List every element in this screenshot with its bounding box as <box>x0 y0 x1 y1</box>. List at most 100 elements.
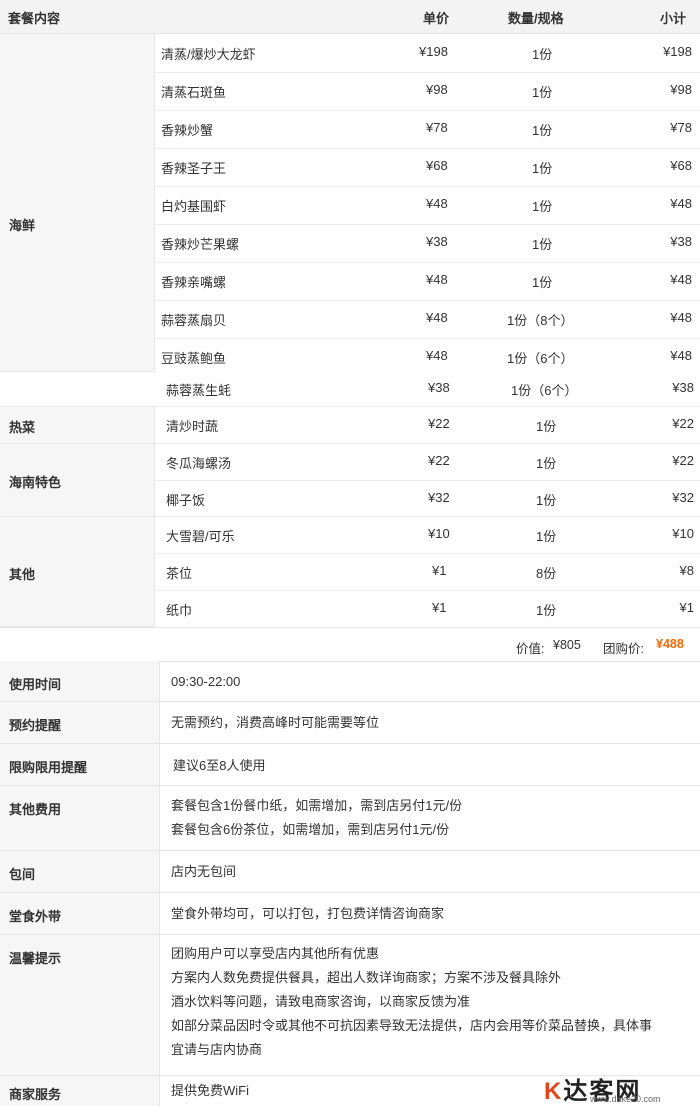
group-other: 其他 <box>0 517 155 627</box>
info-line: 酒水饮料等问题，请致电商家咨询，以商家反馈为准 <box>171 994 471 1009</box>
item-subtotal: ¥38 <box>672 380 694 395</box>
item-subtotal: ¥48 <box>670 196 692 211</box>
info-line: 方案内人数免费提供餐具，超出人数详询商家；方案不涉及餐具除外 <box>171 970 562 985</box>
item-name: 蒜蓉蒸生蚝 <box>166 383 232 398</box>
item-price: ¥48 <box>426 196 448 211</box>
table-header: 套餐内容 单价 数量/规格 小计 <box>0 0 700 34</box>
watermark-url: www.dake20.com <box>590 1094 661 1104</box>
table-row: 香辣圣子王 ¥68 1份 ¥68 <box>155 148 700 187</box>
item-name: 椰子饭 <box>166 493 206 508</box>
item-price: ¥78 <box>426 120 448 135</box>
table-row: 香辣炒蟹 ¥78 1份 ¥78 <box>155 110 700 149</box>
item-subtotal: ¥1 <box>679 600 694 615</box>
info-label: 包间 <box>9 867 36 882</box>
table-row: 蒜蓉蒸扇贝 ¥48 1份（8个） ¥48 <box>155 300 700 339</box>
header-price: 单价 <box>423 11 450 26</box>
info-reservation: 预约提醒 无需预约，消费高峰时可能需要等位 <box>0 702 700 744</box>
info-label: 预约提醒 <box>9 718 62 733</box>
item-price: ¥1 <box>432 600 447 615</box>
header-quantity: 数量/规格 <box>508 11 564 26</box>
info-line: 套餐包含6份茶位，如需增加，需到店另付1元/份 <box>171 822 450 837</box>
item-subtotal: ¥198 <box>663 44 692 59</box>
table-row: 蒜蓉蒸生蚝 ¥38 1份（6个） ¥38 <box>0 371 700 407</box>
item-name: 茶位 <box>166 566 193 581</box>
item-qty: 1份 <box>532 237 553 252</box>
item-qty: 1份 <box>532 199 553 214</box>
table-row: 清炒时蔬 ¥22 1份 ¥22 <box>155 407 700 444</box>
info-line: 团购用户可以享受店内其他所有优惠 <box>171 946 380 961</box>
item-qty: 1份 <box>536 493 557 508</box>
info-line: 店内无包间 <box>171 864 237 879</box>
item-qty: 1份 <box>532 275 553 290</box>
info-line: 提供免费WiFi <box>171 1083 249 1098</box>
item-name: 香辣炒芒果螺 <box>161 237 240 252</box>
item-name: 白灼基围虾 <box>161 199 227 214</box>
table-row: 香辣炒芒果螺 ¥38 1份 ¥38 <box>155 224 700 263</box>
table-row: 白灼基围虾 ¥48 1份 ¥48 <box>155 186 700 225</box>
item-qty: 1份（6个） <box>507 351 574 366</box>
info-other-fees: 其他费用 套餐包含1份餐巾纸，如需增加，需到店另付1元/份 套餐包含6份茶位，如… <box>0 786 700 851</box>
item-name: 清炒时蔬 <box>166 419 219 434</box>
item-subtotal: ¥68 <box>670 158 692 173</box>
item-qty: 1份 <box>536 419 557 434</box>
info-tips: 温馨提示 团购用户可以享受店内其他所有优惠 方案内人数免费提供餐具，超出人数详询… <box>0 935 700 1076</box>
item-name: 纸巾 <box>166 603 193 618</box>
item-qty: 1份 <box>536 456 557 471</box>
table-row: 清蒸/爆炒大龙虾 ¥198 1份 ¥198 <box>155 34 700 73</box>
info-line: 09:30-22:00 <box>171 674 241 689</box>
item-price: ¥48 <box>426 348 448 363</box>
item-name: 蒜蓉蒸扇贝 <box>161 313 227 328</box>
item-subtotal: ¥48 <box>670 348 692 363</box>
item-price: ¥22 <box>428 453 450 468</box>
group-label: 其他 <box>9 567 36 582</box>
item-price: ¥48 <box>426 310 448 325</box>
item-subtotal: ¥32 <box>672 490 694 505</box>
item-price: ¥198 <box>419 44 448 59</box>
item-name: 香辣亲嘴螺 <box>161 275 227 290</box>
group-price-label: 团购价: <box>603 642 644 656</box>
table-row: 椰子饭 ¥32 1份 ¥32 <box>155 481 700 517</box>
item-qty: 8份 <box>536 566 557 581</box>
group-label: 海鲜 <box>9 218 36 233</box>
item-name: 香辣炒蟹 <box>161 123 214 138</box>
item-name: 清蒸/爆炒大龙虾 <box>161 47 256 62</box>
item-qty: 1份 <box>532 47 553 62</box>
table-row: 茶位 ¥1 8份 ¥8 <box>155 554 700 591</box>
item-name: 冬瓜海螺汤 <box>166 456 232 471</box>
group-hainan-special: 海南特色 <box>0 444 155 517</box>
info-label: 其他费用 <box>9 802 62 817</box>
info-private-room: 包间 店内无包间 <box>0 851 700 893</box>
info-line: 宜请与店内协商 <box>171 1042 263 1057</box>
item-price: ¥98 <box>426 82 448 97</box>
info-dine-takeaway: 堂食外带 堂食外带均可，可以打包，打包费详情咨询商家 <box>0 893 700 935</box>
item-name: 大雪碧/可乐 <box>166 529 235 544</box>
item-subtotal: ¥10 <box>672 526 694 541</box>
info-limit: 限购限用提醒 建议6至8人使用 <box>0 744 700 786</box>
item-subtotal: ¥48 <box>670 272 692 287</box>
table-row: 豆豉蒸鲍鱼 ¥48 1份（6个） ¥48 <box>155 338 700 370</box>
item-subtotal: ¥8 <box>679 563 694 578</box>
item-price: ¥10 <box>428 526 450 541</box>
group-label: 热菜 <box>9 420 36 435</box>
group-hot-dishes: 热菜 <box>0 407 155 444</box>
item-qty: 1份 <box>532 85 553 100</box>
group-label: 海南特色 <box>9 475 62 490</box>
group-price: ¥488 <box>656 637 684 651</box>
info-label: 限购限用提醒 <box>9 760 88 775</box>
item-price: ¥1 <box>432 563 447 578</box>
item-qty: 1份（6个） <box>511 383 578 398</box>
info-line: 无需预约，消费高峰时可能需要等位 <box>171 715 380 730</box>
value-amount: ¥805 <box>553 638 581 652</box>
info-line: 如部分菜品因时令或其他不可抗因素导致无法提供，店内会用等价菜品替换，具体事 <box>171 1018 653 1033</box>
price-summary: 价值: ¥805 团购价: ¥488 <box>0 627 700 662</box>
info-line: 堂食外带均可，可以打包，打包费详情咨询商家 <box>171 906 445 921</box>
watermark: K达客网 www.dake20.com <box>544 1071 694 1105</box>
table-row: 纸巾 ¥1 1份 ¥1 <box>155 591 700 626</box>
table-row: 香辣亲嘴螺 ¥48 1份 ¥48 <box>155 262 700 301</box>
table-row: 清蒸石斑鱼 ¥98 1份 ¥98 <box>155 72 700 111</box>
item-name: 香辣圣子王 <box>161 161 227 176</box>
item-price: ¥48 <box>426 272 448 287</box>
info-label: 堂食外带 <box>9 909 62 924</box>
item-qty: 1份 <box>536 529 557 544</box>
item-price: ¥32 <box>428 490 450 505</box>
